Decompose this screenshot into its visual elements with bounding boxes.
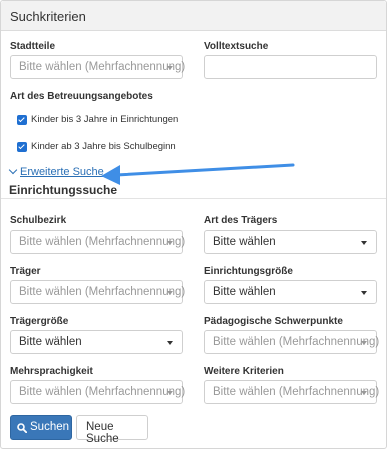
einrichtungsgroesse-label: Einrichtungsgröße: [204, 266, 293, 277]
art-traeger-select[interactable]: Bitte wählen: [204, 230, 377, 254]
betreuung-label: Art des Betreuungsangebotes: [10, 91, 153, 102]
einrichtungsgroesse-select[interactable]: Bitte wählen: [204, 280, 377, 304]
checkbox-ue3-label: Kinder ab 3 Jahre bis Schulbeginn: [31, 141, 176, 152]
volltextsuche-label: Volltextsuche: [204, 41, 269, 52]
search-button-label: Suchen: [30, 421, 70, 433]
mehrsprachigkeit-label: Mehrsprachigkeit: [10, 366, 93, 377]
schulbezirk-value: Bitte wählen (Mehrfachnennung): [19, 236, 186, 248]
caret-down-icon: [167, 341, 173, 345]
stadtteile-select[interactable]: Bitte wählen (Mehrfachnennung): [10, 55, 186, 79]
checkbox-ue3[interactable]: [17, 142, 27, 152]
caret-down-icon: [167, 66, 173, 70]
einrichtungssuche-title: Einrichtungssuche: [9, 183, 118, 197]
einrichtungsgroesse-value: Bitte wählen: [213, 286, 276, 298]
volltextsuche-input[interactable]: [204, 55, 377, 79]
weitere-select[interactable]: Bitte wählen (Mehrfachnennung): [204, 380, 380, 404]
checkbox-u3-label: Kinder bis 3 Jahre in Einrichtungen: [31, 114, 179, 125]
search-button[interactable]: Suchen: [10, 415, 72, 440]
panel-header: Suchkriterien: [1, 1, 386, 31]
traeger-label: Träger: [10, 266, 41, 277]
weitere-label: Weitere Kriterien: [204, 366, 284, 377]
traeger-value: Bitte wählen (Mehrfachnennung): [19, 286, 186, 298]
checkbox-u3[interactable]: [17, 115, 27, 125]
schwerpunkte-label: Pädagogische Schwerpunkte: [204, 316, 343, 327]
new-search-button[interactable]: Neue Suche: [76, 415, 148, 445]
new-search-button-label: Neue Suche: [86, 421, 119, 445]
caret-down-icon: [167, 291, 173, 295]
traegergroesse-label: Trägergröße: [10, 316, 69, 327]
advanced-search-link-text: Erweiterte Suche: [20, 166, 104, 178]
caret-down-icon: [361, 291, 367, 295]
caret-down-icon: [361, 341, 367, 345]
section-divider: [1, 198, 386, 199]
stadtteile-placeholder: Bitte wählen (Mehrfachnennung): [19, 61, 186, 73]
mehrsprachigkeit-value: Bitte wählen (Mehrfachnennung): [19, 386, 186, 398]
schulbezirk-label: Schulbezirk: [10, 215, 67, 226]
caret-down-icon: [361, 391, 367, 395]
caret-down-icon: [167, 391, 173, 395]
art-traeger-label: Art des Trägers: [204, 215, 278, 226]
traegergroesse-value: Bitte wählen: [19, 336, 82, 348]
mehrsprachigkeit-select[interactable]: Bitte wählen (Mehrfachnennung): [10, 380, 186, 404]
chevron-down-icon: [8, 165, 18, 175]
search-icon: [17, 423, 27, 433]
caret-down-icon: [167, 241, 173, 245]
art-traeger-value: Bitte wählen: [213, 236, 276, 248]
traeger-select[interactable]: Bitte wählen (Mehrfachnennung): [10, 280, 186, 304]
schwerpunkte-select[interactable]: Bitte wählen (Mehrfachnennung): [204, 330, 380, 354]
advanced-search-link[interactable]: Erweiterte Suche: [8, 165, 104, 178]
stadtteile-label: Stadtteile: [10, 41, 56, 52]
weitere-value: Bitte wählen (Mehrfachnennung): [213, 386, 380, 398]
schwerpunkte-value: Bitte wählen (Mehrfachnennung): [213, 336, 380, 348]
arrow-left-icon: [101, 163, 295, 185]
traegergroesse-select[interactable]: Bitte wählen: [10, 330, 183, 354]
panel-title: Suchkriterien: [10, 9, 86, 24]
schulbezirk-select[interactable]: Bitte wählen (Mehrfachnennung): [10, 230, 186, 254]
caret-down-icon: [361, 241, 367, 245]
